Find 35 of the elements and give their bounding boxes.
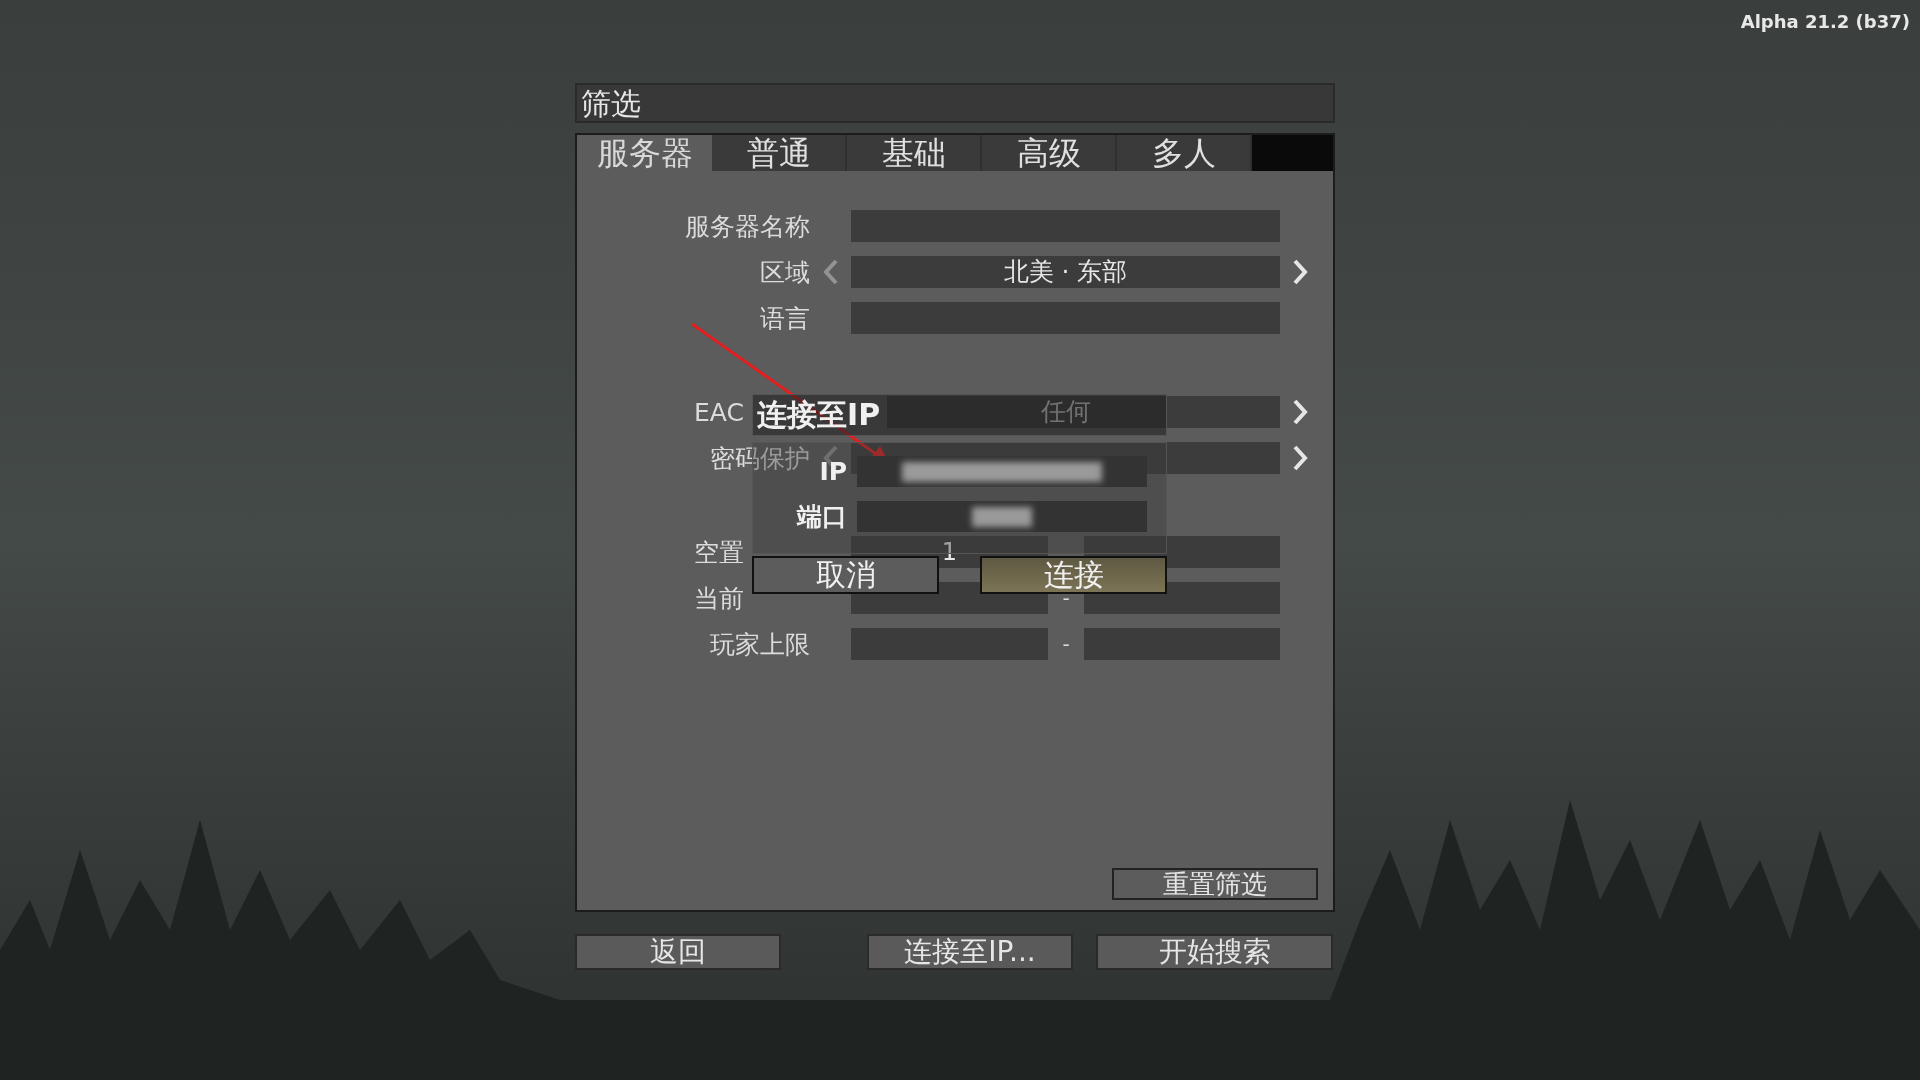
filter-title-bar: 筛选	[575, 83, 1335, 123]
filter-label: 当前	[694, 585, 744, 611]
bottom-button[interactable]: 返回	[575, 934, 781, 970]
range-separator: -	[1061, 631, 1071, 658]
bottom-button[interactable]: 连接至IP...	[867, 934, 1073, 970]
filter-label: 语言	[760, 305, 810, 331]
range-max-field[interactable]	[1084, 628, 1280, 660]
filter-label: 密码保护	[710, 445, 810, 471]
filter-label: 服务器名称	[685, 213, 810, 239]
filter-label: EAC	[694, 399, 744, 425]
tab[interactable]: 服务器	[577, 135, 712, 171]
reset-filter-button[interactable]: 重置筛选	[1112, 868, 1318, 900]
chevron-right-icon[interactable]	[1291, 399, 1308, 425]
dialog-button[interactable]: 取消	[752, 556, 939, 594]
tab[interactable]: 高级	[982, 135, 1117, 171]
redacted-blur	[972, 506, 1032, 527]
filter-label: 空置	[694, 539, 744, 565]
text-field[interactable]	[851, 210, 1280, 242]
dialog-input-field[interactable]	[857, 456, 1147, 487]
tab[interactable]: 普通	[712, 135, 847, 171]
select-field[interactable]: 任何	[887, 396, 1280, 428]
version-text: Alpha 21.2 (b37)	[1740, 10, 1910, 34]
dialog-field-label: 端口	[795, 504, 848, 529]
bottom-button[interactable]: 开始搜索	[1096, 934, 1333, 970]
chevron-right-icon[interactable]	[1291, 445, 1308, 471]
dialog-input-field[interactable]	[857, 501, 1147, 532]
range-min-field[interactable]	[851, 628, 1048, 660]
dialog-title: 连接至IP	[757, 400, 881, 430]
select-field[interactable]: 北美 · 东部	[851, 256, 1280, 288]
filter-label: 区域	[760, 259, 810, 285]
filter-label: 玩家上限	[710, 631, 810, 657]
text-field[interactable]	[851, 302, 1280, 334]
tab[interactable]: 多人	[1117, 135, 1252, 171]
tab[interactable]: 基础	[847, 135, 982, 171]
chevron-right-icon[interactable]	[1291, 259, 1308, 285]
